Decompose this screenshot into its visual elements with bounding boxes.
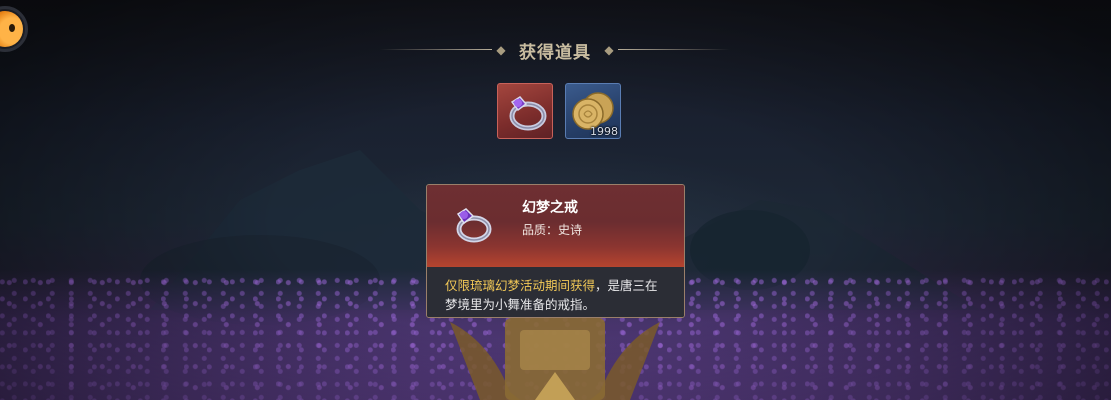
reward-slot-coin[interactable]: 1998: [565, 83, 621, 139]
title-divider-right: [618, 49, 730, 50]
reward-title: 获得道具: [519, 43, 591, 63]
reward-slot-ring[interactable]: [497, 83, 553, 139]
item-description: 仅限琉璃幻梦活动期间获得，是唐三在梦境里为小舞准备的戒指。: [445, 276, 670, 314]
item-name: 幻梦之戒: [522, 200, 578, 216]
ring-icon: [509, 96, 547, 131]
item-description-highlight: 仅限琉璃幻梦活动期间获得: [445, 278, 596, 293]
tooltip-body: 仅限琉璃幻梦活动期间获得，是唐三在梦境里为小舞准备的戒指。: [427, 267, 684, 317]
tooltip-header: 幻梦之戒 品质：史诗: [427, 185, 684, 267]
item-tooltip-card: 幻梦之戒 品质：史诗 仅限琉璃幻梦活动期间获得，是唐三在梦境里为小舞准备的戒指。: [426, 184, 685, 318]
avatar-face-icon: [0, 11, 23, 47]
ring-icon: [456, 208, 492, 243]
item-quality: 品质：史诗: [522, 223, 583, 237]
reward-title-bar: ◆ ◆ 获得道具: [380, 36, 730, 64]
golden-altar: [450, 318, 660, 400]
item-count: 1998: [590, 125, 618, 138]
